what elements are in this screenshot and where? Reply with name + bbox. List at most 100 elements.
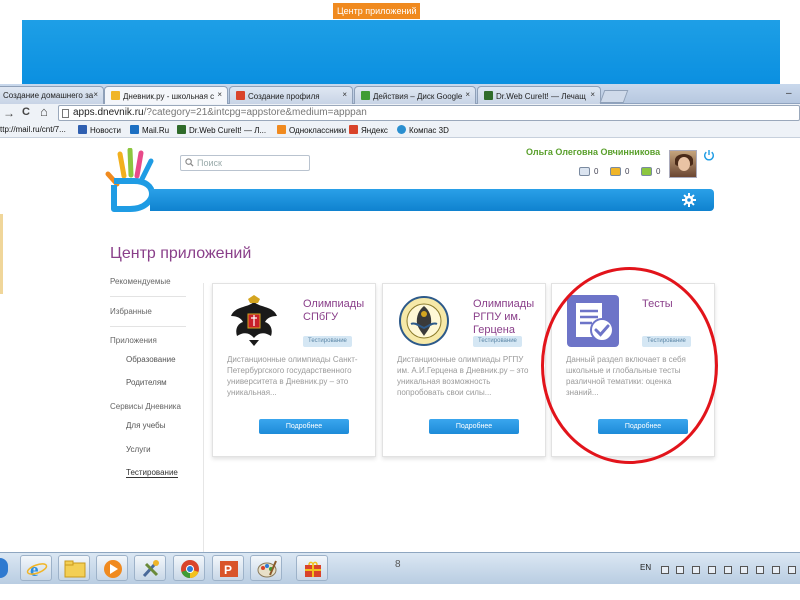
tray-clock-icon[interactable] bbox=[788, 566, 796, 574]
logout-power-icon[interactable] bbox=[703, 149, 715, 161]
app-card-spbgu[interactable]: Олимпиады СПбГУ Тестирование Дистанционн… bbox=[212, 283, 376, 457]
tray-speaker-icon[interactable] bbox=[772, 566, 780, 574]
drweb-favicon-icon bbox=[484, 91, 493, 100]
powerpoint-icon: P bbox=[220, 561, 238, 577]
gear-icon[interactable] bbox=[682, 193, 696, 207]
yandex-icon bbox=[349, 125, 358, 134]
sidebar-divider bbox=[110, 296, 186, 297]
close-icon[interactable]: × bbox=[465, 90, 470, 99]
bookmark-kompas[interactable]: Компас 3D bbox=[397, 125, 449, 135]
close-icon[interactable]: × bbox=[217, 90, 222, 99]
taskbar-ie-button[interactable]: e bbox=[20, 555, 52, 581]
sidebar-item-education[interactable]: Образование bbox=[126, 355, 176, 364]
bookmark-mailru-cnt[interactable]: ttp://mail.ru/cnt/7... bbox=[0, 125, 66, 134]
events-count: 0 bbox=[656, 167, 661, 176]
card-title[interactable]: Олимпиады СПбГУ bbox=[303, 298, 375, 324]
paint-icon bbox=[257, 560, 277, 578]
sidebar-item-parents[interactable]: Родителям bbox=[126, 378, 167, 387]
slide-header-band bbox=[22, 20, 780, 86]
category-badge: Тестирование bbox=[473, 336, 522, 347]
bookmark-drweb[interactable]: Dr.Web CureIt! — Л... bbox=[177, 125, 266, 135]
taskbar-media-player-button[interactable] bbox=[96, 555, 128, 581]
bookmark-news[interactable]: Новости bbox=[78, 125, 121, 135]
bookmark-label: Одноклассники bbox=[289, 126, 347, 135]
new-tab-button[interactable] bbox=[599, 90, 629, 103]
card-title[interactable]: Олимпиады РГПУ им. Герцена bbox=[473, 298, 545, 337]
tab-label: Создание домашнего за bbox=[3, 91, 94, 100]
browser-tab-dnevnik[interactable]: Дневник.ру - школьная с × bbox=[104, 86, 228, 105]
close-icon[interactable]: × bbox=[590, 90, 595, 99]
nav-school[interactable]: Школа bbox=[292, 6, 319, 16]
tray-chat-icon[interactable] bbox=[756, 566, 764, 574]
news-icon bbox=[78, 125, 87, 134]
browser-tab-strip: Создание домашнего за × Дневник.ру - шко… bbox=[0, 84, 800, 105]
app-card-rgpu[interactable]: Олимпиады РГПУ им. Герцена Тестирование … bbox=[382, 283, 546, 457]
nav-app-center[interactable]: Центр приложений bbox=[333, 3, 421, 19]
sidebar-divider bbox=[110, 326, 186, 327]
drweb-icon bbox=[177, 125, 186, 134]
browser-tab-homework[interactable]: Создание домашнего за × bbox=[0, 86, 104, 104]
browser-tab-google-drive[interactable]: Действия – Диск Google × bbox=[354, 86, 476, 104]
taskbar-app-button[interactable] bbox=[296, 555, 328, 581]
tray-keyboard-icon[interactable] bbox=[724, 566, 732, 574]
nav-communication[interactable]: Общение bbox=[236, 6, 275, 16]
close-icon[interactable]: × bbox=[342, 90, 347, 99]
back-arrow-icon[interactable]: → bbox=[3, 106, 15, 120]
search-placeholder: Поиск bbox=[197, 158, 222, 168]
bookmark-label: Mail.Ru bbox=[142, 126, 170, 135]
friends-counter[interactable]: 0 bbox=[610, 167, 629, 176]
tray-monitor-icon[interactable] bbox=[676, 566, 684, 574]
main-nav bbox=[150, 189, 714, 211]
gift-box-icon bbox=[305, 561, 321, 577]
nav-my-diary[interactable]: Мой дневник bbox=[165, 6, 219, 16]
tray-battery-icon[interactable] bbox=[740, 566, 748, 574]
sidebar-item-favorites[interactable]: Избранные bbox=[110, 307, 152, 316]
taskbar-chrome-button[interactable] bbox=[173, 555, 205, 581]
sidebar-item-services[interactable]: Услуги bbox=[126, 445, 151, 454]
close-icon[interactable]: × bbox=[93, 90, 98, 99]
chrome-icon bbox=[181, 560, 199, 578]
avatar[interactable] bbox=[669, 150, 697, 178]
bookmark-yandex[interactable]: Яндекс bbox=[349, 125, 388, 135]
sidebar-heading-apps[interactable]: Приложения bbox=[110, 336, 157, 345]
taskbar-powerpoint-button[interactable]: P bbox=[212, 555, 244, 581]
svg-text:e: e bbox=[30, 560, 38, 579]
messages-counter[interactable]: 0 bbox=[579, 167, 598, 176]
google-plus-favicon-icon bbox=[236, 91, 245, 100]
minimize-icon[interactable]: – bbox=[786, 88, 798, 99]
sidebar-item-recommended[interactable]: Рекомендуемые bbox=[110, 277, 171, 286]
sidebar-item-study[interactable]: Для учебы bbox=[126, 421, 166, 430]
sidebar-item-testing[interactable]: Тестирование bbox=[126, 468, 178, 478]
card-description: Дистанционные олимпиады РГПУ им. А.И.Гер… bbox=[397, 355, 529, 397]
language-indicator[interactable]: EN bbox=[640, 563, 651, 572]
tray-network-icon[interactable] bbox=[708, 566, 716, 574]
details-button[interactable]: Подробнее bbox=[259, 419, 349, 434]
bookmark-label: ttp://mail.ru/cnt/7... bbox=[0, 125, 66, 134]
bookmarks-bar: ttp://mail.ru/cnt/7... Новости Mail.Ru D… bbox=[0, 122, 800, 138]
hand-favicon-icon bbox=[111, 91, 120, 100]
avatar-face bbox=[678, 157, 690, 171]
reload-icon[interactable]: C bbox=[22, 106, 30, 118]
tray-flag-icon[interactable] bbox=[692, 566, 700, 574]
mail-icon bbox=[579, 167, 590, 176]
url-path: /?category=21&intcpg=appstore&medium=app… bbox=[143, 107, 367, 118]
url-host: apps.dnevnik.ru bbox=[73, 107, 144, 118]
taskbar-paint-button[interactable] bbox=[250, 555, 282, 581]
search-input[interactable]: Поиск bbox=[180, 155, 310, 171]
bookmark-mailru[interactable]: Mail.Ru bbox=[130, 125, 169, 135]
user-name-link[interactable]: Ольга Олеговна Овчинникова bbox=[526, 147, 660, 157]
bookmark-odnoklassniki[interactable]: Одноклассники bbox=[277, 125, 346, 135]
details-button[interactable]: Подробнее bbox=[429, 419, 519, 434]
search-icon bbox=[185, 158, 194, 167]
browser-tab-drweb[interactable]: Dr.Web CureIt! — Лечащ × bbox=[477, 86, 601, 104]
home-icon[interactable]: ⌂ bbox=[40, 104, 48, 119]
taskbar-tools-button[interactable] bbox=[134, 555, 166, 581]
tray-help-icon[interactable] bbox=[661, 566, 669, 574]
sidebar-heading-services[interactable]: Сервисы Дневника bbox=[110, 402, 181, 411]
messages-count: 0 bbox=[594, 167, 599, 176]
events-counter[interactable]: 0 bbox=[641, 167, 660, 176]
kompas-icon bbox=[397, 125, 406, 134]
taskbar-explorer-button[interactable] bbox=[58, 555, 90, 581]
url-field[interactable]: apps.dnevnik.ru/?category=21&intcpg=apps… bbox=[58, 105, 800, 121]
browser-tab-profile[interactable]: Создание профиля × bbox=[229, 86, 353, 104]
